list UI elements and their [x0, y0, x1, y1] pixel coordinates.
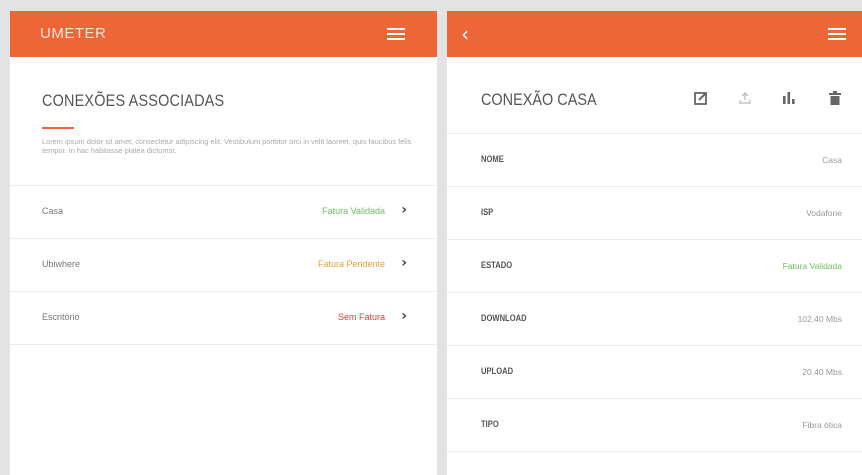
connection-name: Escritório	[42, 312, 80, 322]
hamburger-menu-icon[interactable]	[387, 28, 405, 40]
app-bar: UMETER	[10, 11, 437, 57]
connections-list: Casa Fatura Validada › Ubiwhere Fatura P…	[10, 185, 437, 345]
detail-row-estado: ESTADO Fatura Validada	[447, 240, 862, 293]
connection-item-escritorio[interactable]: Escritório Sem Fatura ›	[10, 292, 437, 345]
connections-list-screen: UMETER CONEXÕES ASSOCIADAS Lorem ipsum d…	[10, 11, 437, 475]
detail-row-download: DOWNLOAD 102.40 Mbs	[447, 293, 862, 346]
app-bar: ‹	[447, 11, 862, 57]
connection-item-ubiwhere[interactable]: Ubiwhere Fatura Pendente ›	[10, 239, 437, 292]
detail-value: 20.40 Mbs	[802, 367, 842, 377]
connection-item-casa[interactable]: Casa Fatura Validada ›	[10, 186, 437, 239]
detail-label: NOME	[481, 154, 504, 165]
page-description: Lorem ipsum dolor sit amet, consectetur …	[42, 137, 412, 155]
connection-name: Ubiwhere	[42, 259, 81, 269]
page-title: CONEXÕES ASSOCIADAS	[42, 91, 225, 110]
detail-row-isp: ISP Vodafone	[447, 187, 862, 240]
upload-icon[interactable]	[737, 90, 753, 106]
chevron-right-icon[interactable]: ›	[401, 255, 407, 271]
connection-detail-screen: ‹ CONEXÃO CASA NOME Casa ISP Vodafone ES…	[447, 11, 862, 475]
connection-header: CONEXÃO CASA	[447, 57, 862, 134]
connection-name: Casa	[42, 206, 64, 216]
detail-row-tipo: TIPO Fibra ótica	[447, 399, 862, 452]
detail-value: 102.40 Mbs	[797, 314, 842, 324]
connection-details: NOME Casa ISP Vodafone ESTADO Fatura Val…	[447, 134, 862, 452]
chevron-right-icon[interactable]: ›	[401, 308, 407, 324]
bar-chart-icon[interactable]	[781, 90, 797, 106]
detail-value: Vodafone	[806, 208, 842, 218]
connection-title: CONEXÃO CASA	[481, 90, 597, 109]
edit-icon[interactable]	[693, 90, 709, 106]
detail-label: ESTADO	[481, 260, 513, 271]
detail-label: ISP	[481, 207, 494, 218]
trash-icon[interactable]	[827, 90, 843, 106]
connection-status: Sem Fatura	[337, 312, 385, 322]
hamburger-menu-icon[interactable]	[828, 28, 846, 40]
chevron-right-icon[interactable]: ›	[401, 202, 407, 218]
connection-status: Fatura Pendente	[317, 259, 385, 269]
app-brand: UMETER	[40, 25, 107, 42]
detail-row-upload: UPLOAD 20.40 Mbs	[447, 346, 862, 399]
chevron-left-icon[interactable]: ‹	[461, 24, 469, 44]
detail-label: TIPO	[481, 419, 499, 430]
title-underline	[42, 127, 74, 129]
detail-label: UPLOAD	[481, 366, 514, 377]
detail-value: Fibra ótica	[802, 420, 842, 430]
detail-value: Casa	[822, 155, 842, 165]
connection-status: Fatura Validada	[322, 206, 385, 216]
status-value: Fatura Validada	[782, 261, 842, 271]
detail-label: DOWNLOAD	[481, 313, 527, 324]
detail-row-nome: NOME Casa	[447, 134, 862, 187]
